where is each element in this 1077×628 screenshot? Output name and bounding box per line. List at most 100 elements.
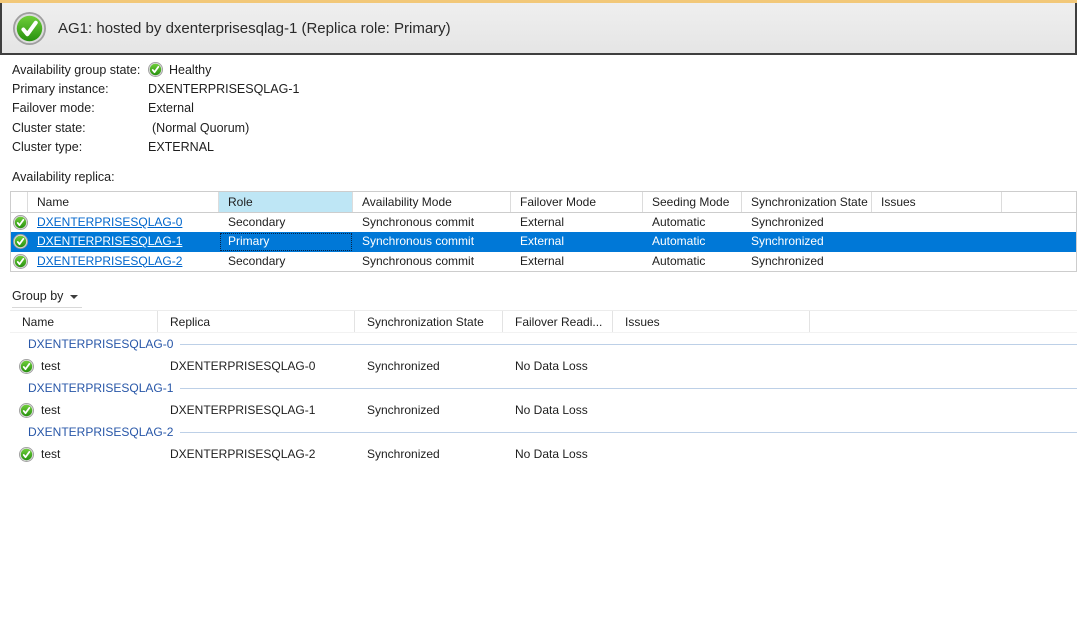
database-group-header-2[interactable]: DXENTERPRISESQLAG-2 <box>10 421 1077 443</box>
database-row[interactable]: test DXENTERPRISESQLAG-2 Synchronized No… <box>10 443 1077 465</box>
column-header-status-icon[interactable] <box>11 192 28 212</box>
group-by-dropdown-button[interactable]: Group by <box>12 284 82 308</box>
column-header-replica[interactable]: Replica <box>158 311 355 332</box>
replica-availability-mode: Synchronous commit <box>353 213 511 232</box>
database-row[interactable]: test DXENTERPRISESQLAG-0 Synchronized No… <box>10 355 1077 377</box>
replica-issues <box>872 252 1002 271</box>
column-header-name[interactable]: Name <box>28 192 219 212</box>
database-row[interactable]: test DXENTERPRISESQLAG-1 Synchronized No… <box>10 399 1077 421</box>
group-label: DXENTERPRISESQLAG-1 <box>28 381 173 395</box>
replica-failover-mode: External <box>511 232 643 251</box>
column-header-synchronization-state[interactable]: Synchronization State <box>355 311 503 332</box>
database-synchronization-state: Synchronized <box>355 447 503 461</box>
healthy-check-icon <box>19 403 34 418</box>
replica-issues <box>872 213 1002 232</box>
group-label: DXENTERPRISESQLAG-0 <box>28 337 173 351</box>
replica-role-focused-cell: Primary <box>219 232 353 251</box>
replica-synchronization-state: Synchronized <box>742 232 872 251</box>
summary-label: Cluster state: <box>12 121 148 135</box>
database-replica: DXENTERPRISESQLAG-1 <box>158 403 355 417</box>
summary-row-group-state: Availability group state: Healthy <box>12 60 299 79</box>
database-synchronization-state: Synchronized <box>355 359 503 373</box>
replica-failover-mode: External <box>511 252 643 271</box>
healthy-check-icon <box>13 254 28 269</box>
healthy-status-icon <box>13 12 46 45</box>
summary-value: (Normal Quorum) <box>148 121 249 135</box>
replica-seeding-mode: Automatic <box>643 252 742 271</box>
column-header-failover-mode[interactable]: Failover Mode <box>511 192 643 212</box>
group-by-label: Group by <box>12 289 63 303</box>
replica-availability-mode: Synchronous commit <box>353 232 511 251</box>
replica-role: Secondary <box>219 252 353 271</box>
healthy-check-icon <box>19 359 34 374</box>
database-group-header-0[interactable]: DXENTERPRISESQLAG-0 <box>10 333 1077 355</box>
summary-row-failover-mode: Failover mode: External <box>12 99 299 118</box>
summary-label: Cluster type: <box>12 140 148 154</box>
healthy-check-icon <box>13 215 28 230</box>
availability-replica-table: Name Role Availability Mode Failover Mod… <box>10 191 1077 272</box>
summary-value: DXENTERPRISESQLAG-1 <box>148 82 299 96</box>
replica-table-header: Name Role Availability Mode Failover Mod… <box>11 192 1076 213</box>
summary-label: Primary instance: <box>12 82 148 96</box>
column-header-failover-readiness[interactable]: Failover Readi... <box>503 311 613 332</box>
page-title: AG1: hosted by dxenterprisesqlag-1 (Repl… <box>58 20 451 37</box>
summary-value: External <box>148 101 194 115</box>
column-header-filler <box>1002 192 1076 212</box>
database-failover-readiness: No Data Loss <box>503 403 613 417</box>
database-name: test <box>41 359 60 373</box>
database-failover-readiness: No Data Loss <box>503 447 613 461</box>
availability-replica-section-label: Availability replica: <box>12 170 115 184</box>
summary-value: Healthy <box>169 63 211 77</box>
summary-row-primary-instance: Primary instance: DXENTERPRISESQLAG-1 <box>12 79 299 98</box>
column-header-filler <box>810 311 1077 332</box>
replica-name-link[interactable]: DXENTERPRISESQLAG-2 <box>37 254 182 268</box>
replica-seeding-mode: Automatic <box>643 232 742 251</box>
replica-name-link[interactable]: DXENTERPRISESQLAG-1 <box>37 234 182 248</box>
healthy-check-icon <box>13 234 28 249</box>
column-header-availability-mode[interactable]: Availability Mode <box>353 192 511 212</box>
replica-row-1-selected[interactable]: DXENTERPRISESQLAG-1 Primary Synchronous … <box>11 232 1076 251</box>
replica-failover-mode: External <box>511 213 643 232</box>
group-divider-line <box>180 344 1077 345</box>
column-header-name[interactable]: Name <box>10 311 158 332</box>
column-header-issues[interactable]: Issues <box>872 192 1002 212</box>
summary-value: EXTERNAL <box>148 140 214 154</box>
healthy-check-icon <box>19 447 34 462</box>
group-label: DXENTERPRISESQLAG-2 <box>28 425 173 439</box>
column-header-synchronization-state[interactable]: Synchronization State <box>742 192 872 212</box>
database-replica: DXENTERPRISESQLAG-2 <box>158 447 355 461</box>
replica-row-0[interactable]: DXENTERPRISESQLAG-0 Secondary Synchronou… <box>11 213 1076 232</box>
group-divider-line <box>180 388 1077 389</box>
summary-panel: Availability group state: Healthy Primar… <box>12 60 299 156</box>
database-name: test <box>41 403 60 417</box>
healthy-check-icon <box>148 62 163 77</box>
database-table: Name Replica Synchronization State Failo… <box>10 310 1077 465</box>
column-header-issues[interactable]: Issues <box>613 311 810 332</box>
replica-synchronization-state: Synchronized <box>742 213 872 232</box>
summary-label: Failover mode: <box>12 101 148 115</box>
summary-label: Availability group state: <box>12 63 148 77</box>
summary-row-cluster-state: Cluster state: (Normal Quorum) <box>12 118 299 137</box>
database-table-header: Name Replica Synchronization State Failo… <box>10 310 1077 333</box>
replica-synchronization-state: Synchronized <box>742 252 872 271</box>
replica-availability-mode: Synchronous commit <box>353 252 511 271</box>
replica-issues <box>872 232 1002 251</box>
group-divider-line <box>180 432 1077 433</box>
replica-row-filler <box>1002 232 1076 251</box>
replica-row-2[interactable]: DXENTERPRISESQLAG-2 Secondary Synchronou… <box>11 252 1076 271</box>
title-bar: AG1: hosted by dxenterprisesqlag-1 (Repl… <box>0 3 1077 55</box>
column-header-role[interactable]: Role <box>219 192 353 212</box>
ag-dashboard: AG1: hosted by dxenterprisesqlag-1 (Repl… <box>0 0 1077 628</box>
summary-row-cluster-type: Cluster type: EXTERNAL <box>12 137 299 156</box>
chevron-down-icon <box>70 295 78 299</box>
replica-seeding-mode: Automatic <box>643 213 742 232</box>
replica-role: Secondary <box>219 213 353 232</box>
database-synchronization-state: Synchronized <box>355 403 503 417</box>
column-header-seeding-mode[interactable]: Seeding Mode <box>643 192 742 212</box>
database-failover-readiness: No Data Loss <box>503 359 613 373</box>
database-group-header-1[interactable]: DXENTERPRISESQLAG-1 <box>10 377 1077 399</box>
replica-row-filler <box>1002 252 1076 271</box>
replica-name-link[interactable]: DXENTERPRISESQLAG-0 <box>37 215 182 229</box>
database-replica: DXENTERPRISESQLAG-0 <box>158 359 355 373</box>
database-name: test <box>41 447 60 461</box>
